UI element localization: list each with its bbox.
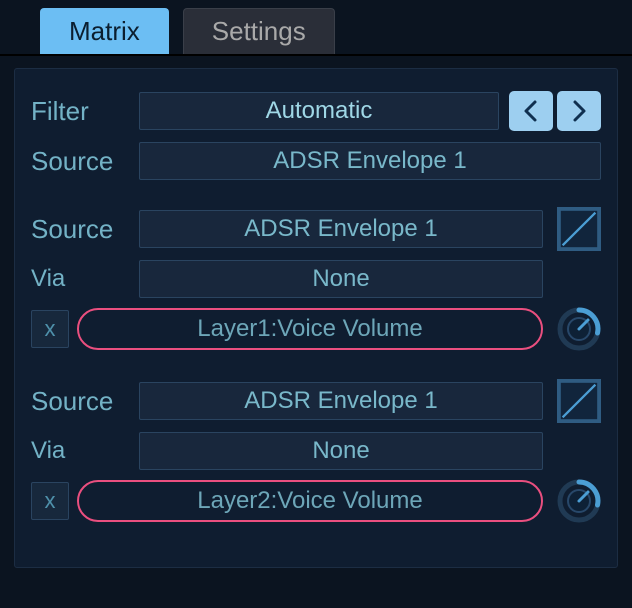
slot1-source-row: Source ADSR Envelope 1 xyxy=(31,207,601,251)
slot2-side-spacer xyxy=(557,429,601,473)
slot1-via-row: Via None xyxy=(31,257,601,301)
slot2-delete-button[interactable]: x xyxy=(31,482,69,520)
slot1-destination[interactable]: Layer1:Voice Volume xyxy=(77,308,543,350)
slot2-via-label: Via xyxy=(31,437,139,465)
filter-dropdown[interactable]: Automatic xyxy=(139,92,499,130)
curve-icon xyxy=(557,207,601,251)
slot2-source-row: Source ADSR Envelope 1 xyxy=(31,379,601,423)
slot1-dest-row: x Layer1:Voice Volume xyxy=(31,307,601,351)
tab-matrix-label: Matrix xyxy=(69,16,140,47)
global-source-dropdown[interactable]: ADSR Envelope 1 xyxy=(139,142,601,180)
matrix-panel: Filter Automatic Source xyxy=(14,68,618,568)
tab-bar: Matrix Settings xyxy=(0,0,632,56)
filter-next-button[interactable] xyxy=(557,91,601,131)
global-source-label: Source xyxy=(31,146,139,177)
close-icon: x xyxy=(45,488,56,514)
knob-icon xyxy=(557,479,601,523)
slot2-source-label: Source xyxy=(31,386,139,417)
slot2-amount-knob[interactable] xyxy=(557,479,601,523)
slot1-destination-value: Layer1:Voice Volume xyxy=(197,315,422,343)
slot1-amount-knob[interactable] xyxy=(557,307,601,351)
slot2-source-value: ADSR Envelope 1 xyxy=(244,387,437,415)
slot2-dest-row: x Layer2:Voice Volume xyxy=(31,479,601,523)
slot1-curve-button[interactable] xyxy=(557,207,601,251)
slot2-destination-value: Layer2:Voice Volume xyxy=(197,487,422,515)
filter-nav-arrows xyxy=(509,91,601,131)
tab-settings-label: Settings xyxy=(212,16,306,47)
knob-icon xyxy=(557,307,601,351)
slot1-source-label: Source xyxy=(31,214,139,245)
slot2-source-dropdown[interactable]: ADSR Envelope 1 xyxy=(139,382,543,420)
filter-value: Automatic xyxy=(266,97,373,125)
slot2-destination[interactable]: Layer2:Voice Volume xyxy=(77,480,543,522)
filter-prev-button[interactable] xyxy=(509,91,553,131)
slot1-delete-button[interactable]: x xyxy=(31,310,69,348)
slot1-source-dropdown[interactable]: ADSR Envelope 1 xyxy=(139,210,543,248)
slot2-via-dropdown[interactable]: None xyxy=(139,432,543,470)
chevron-left-icon xyxy=(521,99,541,123)
slot2-via-row: Via None xyxy=(31,429,601,473)
tab-settings[interactable]: Settings xyxy=(183,8,335,54)
global-source-value: ADSR Envelope 1 xyxy=(273,147,466,175)
mod-slot-2: Source ADSR Envelope 1 Via None xyxy=(31,379,601,523)
slot1-via-value: None xyxy=(312,265,369,293)
filter-label: Filter xyxy=(31,96,139,127)
slot1-via-dropdown[interactable]: None xyxy=(139,260,543,298)
slot1-side-spacer xyxy=(557,257,601,301)
spacer xyxy=(31,189,601,207)
close-icon: x xyxy=(45,316,56,342)
slot2-via-value: None xyxy=(312,437,369,465)
slot1-source-value: ADSR Envelope 1 xyxy=(244,215,437,243)
global-source-row: Source ADSR Envelope 1 xyxy=(31,139,601,183)
mod-slot-1: Source ADSR Envelope 1 Via None xyxy=(31,207,601,351)
tab-matrix[interactable]: Matrix xyxy=(40,8,169,54)
curve-icon xyxy=(557,379,601,423)
chevron-right-icon xyxy=(569,99,589,123)
filter-row: Filter Automatic xyxy=(31,89,601,133)
modulation-panel: Matrix Settings Filter Automatic xyxy=(0,0,632,608)
slot1-via-label: Via xyxy=(31,265,139,293)
slot2-curve-button[interactable] xyxy=(557,379,601,423)
